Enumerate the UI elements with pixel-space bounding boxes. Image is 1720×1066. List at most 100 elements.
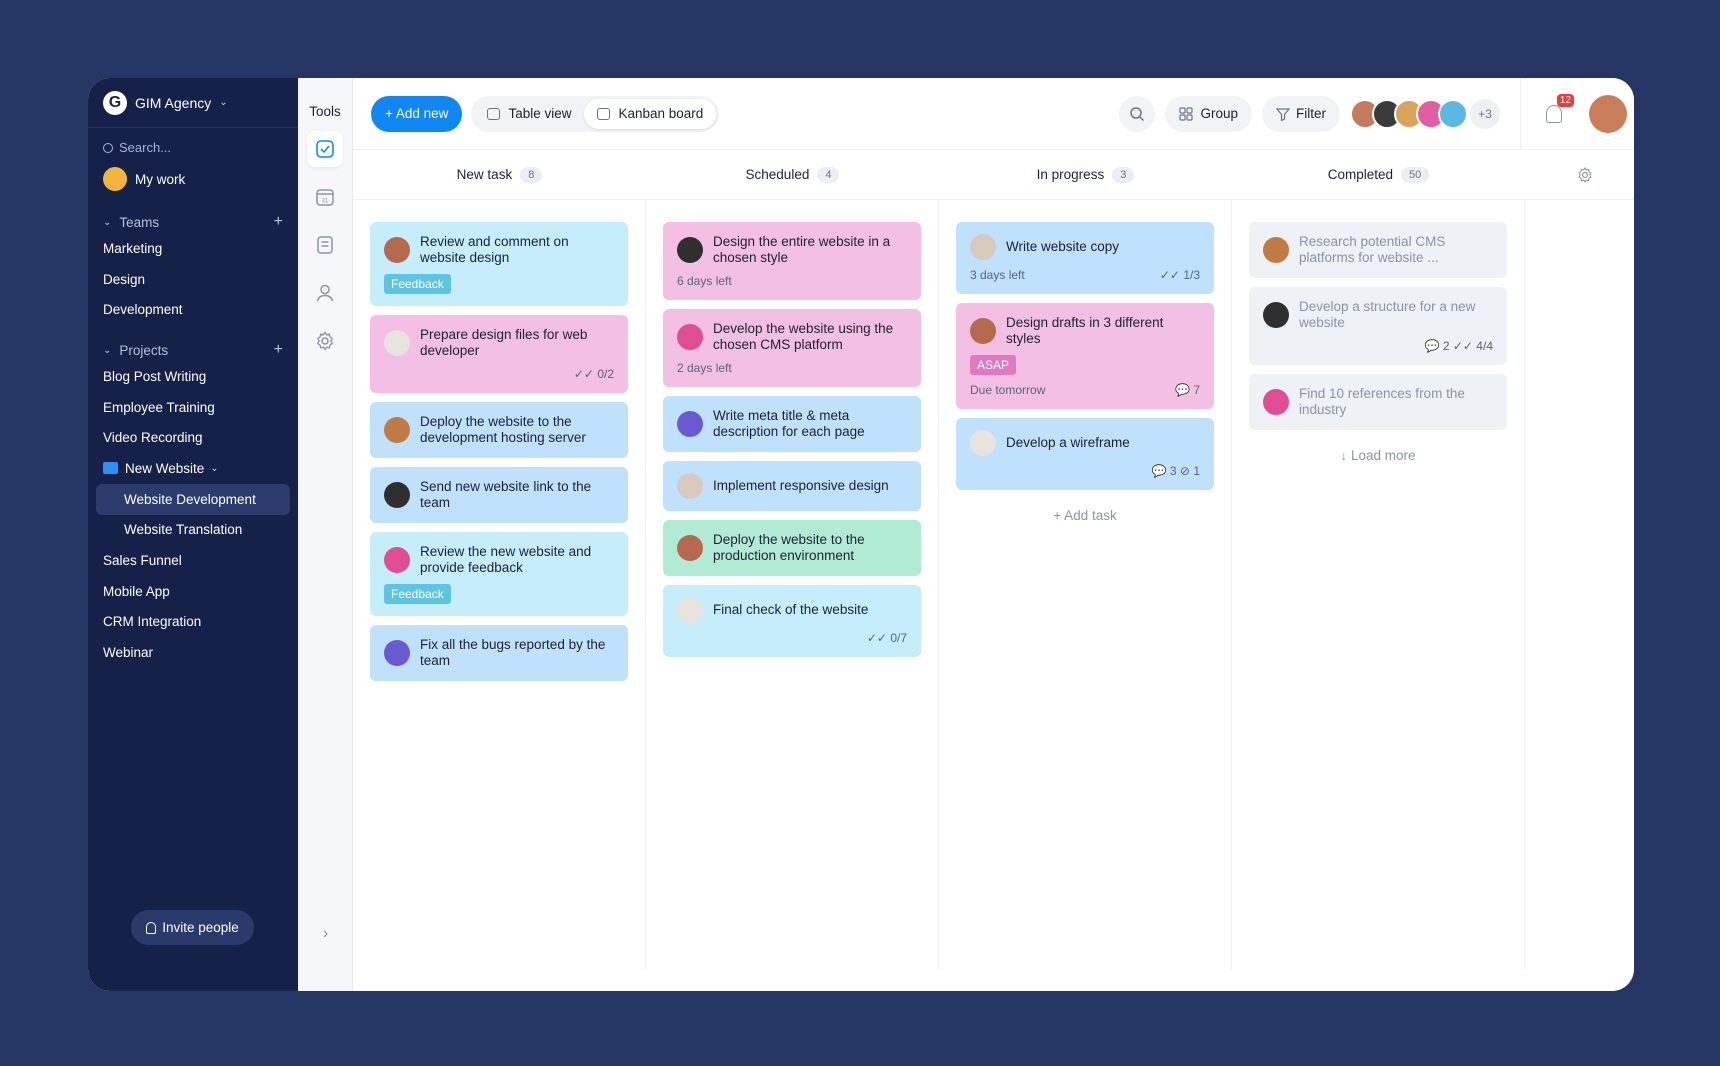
board-settings-button[interactable]: [1525, 150, 1634, 199]
add-task-button[interactable]: + Add task: [956, 508, 1214, 523]
sidebar-item-website-translation[interactable]: Website Translation: [88, 515, 298, 546]
table-icon: [487, 107, 501, 120]
task-title: Implement responsive design: [713, 478, 889, 493]
search-icon: [1130, 106, 1145, 121]
sidebar-item-development[interactable]: Development: [88, 294, 298, 325]
table-view-tab[interactable]: Table view: [474, 99, 584, 129]
task-meta: 💬 2 ✓✓ 4/4: [1263, 339, 1493, 353]
workspace-switcher[interactable]: G GIM Agency ⌄: [88, 78, 298, 128]
teams-section[interactable]: ⌄ Teams +: [88, 211, 298, 233]
sidebar-item-website-development[interactable]: Website Development: [96, 483, 290, 515]
sidebar-item-label: Website Development: [124, 491, 256, 507]
assignee-avatar: [384, 547, 410, 573]
filter-button[interactable]: Filter: [1262, 95, 1340, 132]
load-more-button[interactable]: ↓ Load more: [1249, 448, 1507, 463]
task-progress: 💬 2 ✓✓ 4/4: [1424, 339, 1493, 353]
sidebar-folder-new-website[interactable]: New Website ⌄: [88, 453, 298, 484]
assignee-avatar: [677, 535, 703, 561]
sidebar-item-mobile-app[interactable]: Mobile App: [88, 576, 298, 607]
assignee-avatar: [677, 237, 703, 263]
sidebar-item-my-work[interactable]: My work: [88, 161, 298, 197]
sidebar-item-blog-post-writing[interactable]: Blog Post Writing: [88, 361, 298, 392]
group-button[interactable]: Group: [1165, 95, 1252, 132]
task-card[interactable]: Find 10 references from the industry: [1249, 374, 1507, 430]
task-card[interactable]: Develop a structure for a new website 💬 2…: [1249, 287, 1507, 365]
projects-section[interactable]: ⌄ Projects +: [88, 339, 298, 361]
expand-chevron-icon[interactable]: ›: [298, 925, 353, 943]
sidebar-item-label: Sales Funnel: [103, 553, 182, 569]
user-avatar[interactable]: [1589, 94, 1627, 133]
avatar: [1438, 98, 1468, 129]
folder-icon: [103, 462, 118, 475]
task-card[interactable]: Deploy the website to the production env…: [663, 520, 921, 576]
user-icon: [316, 284, 334, 302]
tasks-tool[interactable]: [307, 131, 343, 167]
column-count-badge: 3: [1112, 166, 1135, 183]
task-card[interactable]: Write meta title & meta description for …: [663, 396, 921, 452]
more-members-badge[interactable]: +3: [1470, 98, 1500, 129]
docs-tool[interactable]: [307, 227, 343, 263]
task-card[interactable]: Design the entire website in a chosen st…: [663, 222, 921, 300]
people-tool[interactable]: [307, 275, 343, 311]
column-headers: New task 8 Scheduled 4 In progress 3 Completed…: [353, 150, 1634, 200]
task-meta: 💬 3 ⊘ 1: [970, 464, 1200, 478]
task-card[interactable]: Develop a wireframe 💬 3 ⊘ 1: [956, 418, 1214, 490]
sidebar-item-marketing[interactable]: Marketing: [88, 233, 298, 264]
sidebar-item-sales-funnel[interactable]: Sales Funnel: [88, 545, 298, 576]
sidebar-item-employee-training[interactable]: Employee Training: [88, 392, 298, 423]
search-icon: [103, 142, 113, 153]
sidebar-item-label: Webinar: [103, 645, 154, 661]
kanban-column: Review and comment on website design Feed…: [353, 200, 646, 970]
sidebar-search[interactable]: Search...: [103, 140, 283, 155]
sidebar-item-design[interactable]: Design: [88, 264, 298, 295]
settings-tool[interactable]: [307, 323, 343, 359]
task-title: Design drafts in 3 different styles: [1006, 315, 1164, 346]
sidebar-item-crm-integration[interactable]: CRM Integration: [88, 607, 298, 638]
kanban-board-tab[interactable]: Kanban board: [584, 98, 717, 129]
task-card[interactable]: Review and comment on website design Feed…: [370, 222, 628, 306]
task-title: Fix all the bugs reported by the team: [420, 637, 606, 668]
kanban-column: Write website copy 3 days left ✓✓ 1/3 Desig…: [939, 200, 1232, 970]
task-card[interactable]: Write website copy 3 days left ✓✓ 1/3: [956, 222, 1214, 294]
section-label: Teams: [119, 214, 160, 230]
workspace-name: GIM Agency: [135, 94, 212, 111]
notifications-button[interactable]: 12: [1543, 93, 1574, 125]
add-new-button[interactable]: + Add new: [371, 95, 463, 132]
add-project-icon[interactable]: +: [274, 341, 283, 359]
column-header: In progress 3: [939, 150, 1232, 199]
assignee-avatar: [677, 324, 703, 350]
app-window: G GIM Agency ⌄ Search... My work ⌄ Teams…: [88, 78, 1634, 991]
add-team-icon[interactable]: +: [274, 213, 283, 231]
task-card[interactable]: Send new website link to the team: [370, 467, 628, 523]
chevron-down-icon: ⌄: [210, 462, 219, 474]
sidebar-item-label: Development: [103, 302, 183, 318]
task-title: Deploy the website to the production env…: [713, 532, 865, 563]
member-avatars[interactable]: [1350, 98, 1468, 129]
sidebar-item-label: Website Translation: [124, 522, 243, 538]
task-card[interactable]: Deploy the website to the development ho…: [370, 402, 628, 458]
divider: [1520, 78, 1521, 150]
calendar-icon: 31: [316, 189, 334, 206]
invite-people-button[interactable]: Invite people: [131, 910, 254, 945]
task-card[interactable]: Review the new website and provide feedb…: [370, 532, 628, 616]
task-card[interactable]: Research potential CMS platforms for web…: [1249, 222, 1507, 278]
calendar-tool[interactable]: 31: [307, 179, 343, 215]
task-title: Prepare design files for web developer: [420, 327, 588, 358]
sidebar-item-label: New Website: [125, 460, 205, 476]
task-card[interactable]: Prepare design files for web developer ✓✓…: [370, 315, 628, 393]
invite-label: Invite people: [162, 920, 239, 935]
search-button[interactable]: [1119, 95, 1156, 132]
sidebar-item-webinar[interactable]: Webinar: [88, 637, 298, 668]
task-card[interactable]: Design drafts in 3 different styles ASAP D…: [956, 303, 1214, 409]
avatar: [103, 167, 127, 191]
task-card[interactable]: Fix all the bugs reported by the team: [370, 625, 628, 681]
gear-icon: [316, 331, 334, 351]
task-card[interactable]: Implement responsive design: [663, 461, 921, 511]
assignee-avatar: [384, 237, 410, 263]
sidebar-item-label: Employee Training: [103, 399, 215, 415]
task-card[interactable]: Develop the website using the chosen CMS…: [663, 309, 921, 387]
chevron-down-icon: ⌄: [103, 344, 112, 356]
task-card[interactable]: Final check of the website ✓✓ 0/7: [663, 585, 921, 657]
sidebar-item-video-recording[interactable]: Video Recording: [88, 422, 298, 453]
column-count-badge: 4: [817, 166, 840, 183]
